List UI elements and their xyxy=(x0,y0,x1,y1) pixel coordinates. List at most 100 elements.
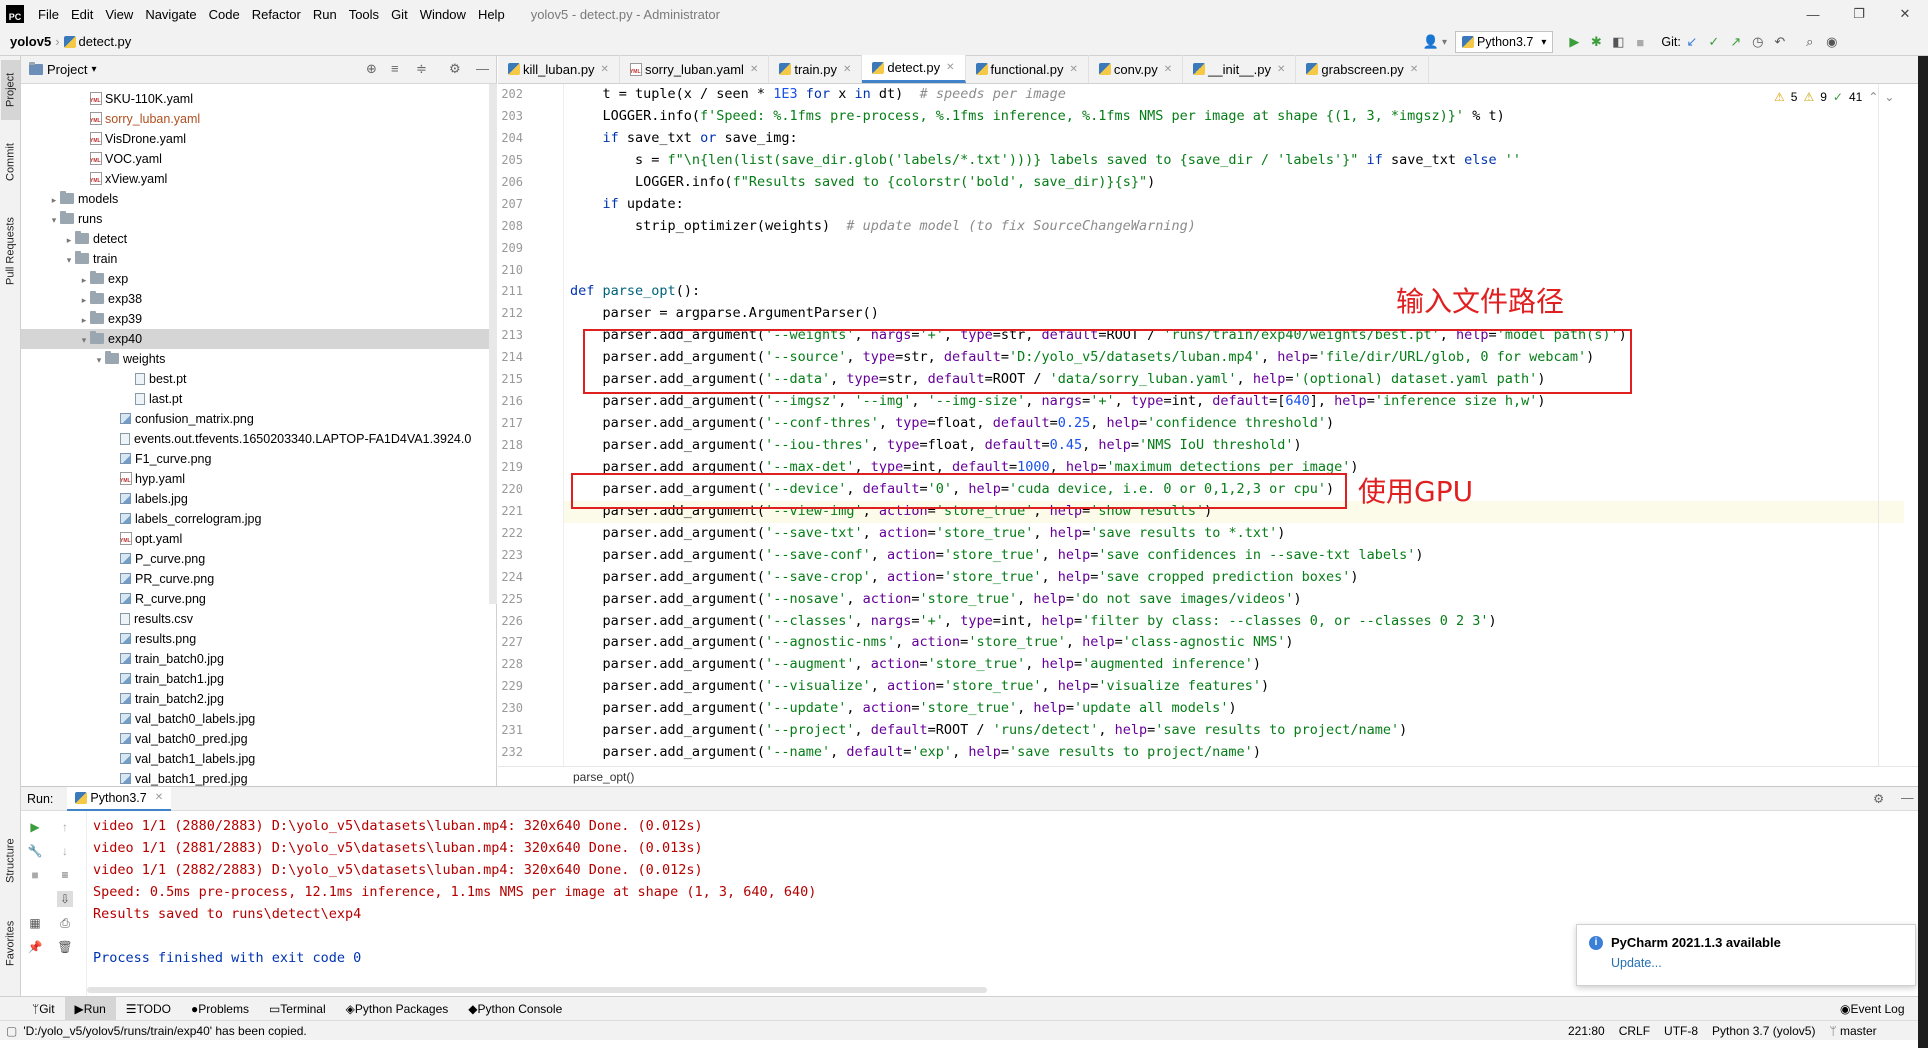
tree-item[interactable]: F1_curve.png xyxy=(21,449,496,469)
tree-item[interactable]: ▸ detect xyxy=(21,229,496,249)
bottom-tab-problems[interactable]: ● Problems xyxy=(181,997,259,1021)
tree-item[interactable]: best.pt xyxy=(21,369,496,389)
editor-tab[interactable]: conv.py ✕ xyxy=(1089,55,1184,83)
stop-icon[interactable]: ■ xyxy=(27,867,43,883)
expand-arrow-icon[interactable]: ▸ xyxy=(48,190,60,210)
menu-navigate[interactable]: Navigate xyxy=(139,7,202,22)
bottom-tab-python-console[interactable]: ◆ Python Console xyxy=(458,997,572,1021)
tree-item[interactable]: ▾ runs xyxy=(21,209,496,229)
update-link[interactable]: Update... xyxy=(1611,956,1903,970)
project-panel-title[interactable]: Project xyxy=(47,62,87,77)
debug-icon[interactable]: ✱ xyxy=(1585,31,1607,53)
expand-arrow-icon[interactable]: ▸ xyxy=(78,290,90,310)
rollback-icon[interactable]: ↶ xyxy=(1769,31,1791,53)
close-icon[interactable]: ✕ xyxy=(155,792,163,803)
tree-item[interactable]: SKU-110K.yaml xyxy=(21,89,496,109)
bottom-tab-todo[interactable]: ☰ TODO xyxy=(116,997,181,1021)
file-encoding[interactable]: UTF-8 xyxy=(1664,1024,1698,1038)
breadcrumb-file[interactable]: detect.py xyxy=(60,34,131,49)
git-push-icon[interactable]: ↗ xyxy=(1725,31,1747,53)
menu-file[interactable]: File xyxy=(32,7,65,22)
pull-requests-tool-tab[interactable]: Pull Requests xyxy=(1,206,20,296)
expand-all-icon[interactable]: ≡ xyxy=(391,61,399,76)
tree-item[interactable]: labels_correlogram.jpg xyxy=(21,509,496,529)
tree-item[interactable]: P_curve.png xyxy=(21,549,496,569)
close-tab-icon[interactable]: ✕ xyxy=(1070,64,1078,75)
layout-icon[interactable]: ▦ xyxy=(27,915,43,931)
menu-run[interactable]: Run xyxy=(307,7,343,22)
tree-item[interactable]: confusion_matrix.png xyxy=(21,409,496,429)
tree-item[interactable]: val_batch1_labels.jpg xyxy=(21,749,496,769)
tree-item[interactable]: train_batch2.jpg xyxy=(21,689,496,709)
git-commit-icon[interactable]: ✓ xyxy=(1703,31,1725,53)
editor-tab[interactable]: train.py ✕ xyxy=(769,55,863,83)
expand-arrow-icon[interactable]: ▾ xyxy=(63,250,75,270)
close-tab-icon[interactable]: ✕ xyxy=(750,64,758,75)
close-tab-icon[interactable]: ✕ xyxy=(1277,64,1285,75)
bottom-tab-terminal[interactable]: ▭ Terminal xyxy=(259,997,336,1021)
close-tab-icon[interactable]: ✕ xyxy=(1164,64,1172,75)
gear-icon[interactable]: ⚙ xyxy=(1873,791,1884,806)
breadcrumb-project[interactable]: yolov5 xyxy=(0,34,55,49)
rerun-icon[interactable]: ▶ xyxy=(27,819,43,835)
editor-breadcrumb[interactable]: parse_opt() xyxy=(498,766,1928,786)
expand-arrow-icon[interactable]: ▸ xyxy=(78,310,90,330)
user-dropdown-icon[interactable]: ▾ xyxy=(1442,37,1447,48)
menu-git[interactable]: Git xyxy=(385,7,414,22)
menu-view[interactable]: View xyxy=(99,7,139,22)
expand-arrow-icon[interactable]: ▾ xyxy=(78,330,90,350)
git-update-icon[interactable]: ↙ xyxy=(1681,31,1703,53)
editor-tab[interactable]: kill_luban.py ✕ xyxy=(498,55,620,83)
run-icon[interactable]: ▶ xyxy=(1563,31,1585,53)
menu-tools[interactable]: Tools xyxy=(343,7,385,22)
editor-tab[interactable]: __init__.py ✕ xyxy=(1183,55,1297,83)
wrench-icon[interactable]: 🔧 xyxy=(27,843,43,859)
close-tab-icon[interactable]: ✕ xyxy=(601,64,609,75)
menu-refactor[interactable]: Refactor xyxy=(246,7,307,22)
run-config-select[interactable]: Python3.7 ▾ xyxy=(1455,31,1554,53)
coverage-icon[interactable]: ◧ xyxy=(1607,31,1629,53)
locate-icon[interactable]: ⊕ xyxy=(366,61,377,77)
commit-tool-tab[interactable]: Commit xyxy=(1,132,20,192)
tree-item[interactable]: train_batch1.jpg xyxy=(21,669,496,689)
line-separator[interactable]: CRLF xyxy=(1619,1024,1650,1038)
layout-toggle-icon[interactable]: ▢ xyxy=(6,1024,17,1038)
hide-icon[interactable]: — xyxy=(1901,791,1914,805)
tree-item[interactable]: xView.yaml xyxy=(21,169,496,189)
tree-item[interactable]: ▾ train xyxy=(21,249,496,269)
console-output[interactable]: video 1/1 (2880/2883) D:\yolo_v5\dataset… xyxy=(93,815,1393,969)
tree-item[interactable]: ▸ models xyxy=(21,189,496,209)
trash-icon[interactable]: 🗑 xyxy=(57,939,73,955)
expand-arrow-icon[interactable]: ▸ xyxy=(78,270,90,290)
user-icon[interactable]: 👤 xyxy=(1420,31,1442,53)
scroll-to-end-icon[interactable]: ⇩ xyxy=(57,891,73,907)
tree-item[interactable]: train_batch0.jpg xyxy=(21,649,496,669)
bottom-tab-python-packages[interactable]: ◈ Python Packages xyxy=(336,997,459,1021)
menu-window[interactable]: Window xyxy=(414,7,472,22)
tree-item[interactable]: PR_curve.png xyxy=(21,569,496,589)
close-tab-icon[interactable]: ✕ xyxy=(1410,64,1418,75)
git-branch[interactable]: ᛘ master xyxy=(1829,1024,1876,1038)
ide-features-icon[interactable]: ◉ xyxy=(1821,31,1843,53)
chevron-down-icon[interactable]: ▾ xyxy=(91,64,96,75)
bottom-tab-git[interactable]: ᛘ Git xyxy=(22,997,65,1021)
tree-item[interactable]: hyp.yaml xyxy=(21,469,496,489)
event-log-tab[interactable]: ◉ Event Log xyxy=(1830,997,1915,1021)
editor-tab[interactable]: grabscreen.py ✕ xyxy=(1296,55,1430,83)
menu-edit[interactable]: Edit xyxy=(65,7,99,22)
tree-item[interactable]: last.pt xyxy=(21,389,496,409)
console-hscrollbar[interactable] xyxy=(87,987,987,993)
tree-item[interactable]: labels.jpg xyxy=(21,489,496,509)
close-tab-icon[interactable]: ✕ xyxy=(946,62,954,73)
tree-item[interactable]: ▸ exp39 xyxy=(21,309,496,329)
expand-arrow-icon[interactable]: ▾ xyxy=(48,210,60,230)
tree-item[interactable]: val_batch0_labels.jpg xyxy=(21,709,496,729)
run-config-tab[interactable]: Python3.7 ✕ xyxy=(67,786,172,811)
down-icon[interactable]: ↓ xyxy=(57,843,73,859)
close-tab-icon[interactable]: ✕ xyxy=(843,64,851,75)
history-icon[interactable]: ◷ xyxy=(1747,31,1769,53)
bottom-tab-run[interactable]: ▶ Run xyxy=(64,996,116,1021)
tree-item[interactable]: sorry_luban.yaml xyxy=(21,109,496,129)
tree-item[interactable]: VOC.yaml xyxy=(21,149,496,169)
tree-item[interactable]: ▾ exp40 xyxy=(21,329,496,349)
